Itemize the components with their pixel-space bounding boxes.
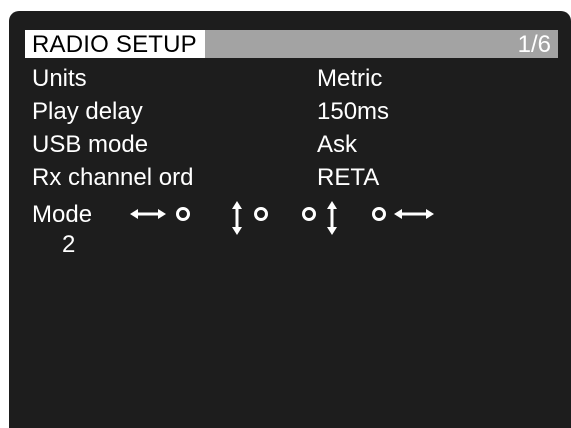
setting-value-usb-mode[interactable]: Ask — [317, 131, 357, 159]
mode-setting[interactable]: Mode 2 — [32, 201, 552, 258]
title-bar: RADIO SETUP 1/6 — [25, 30, 558, 58]
radio-screen: RADIO SETUP 1/6 Units Metric Play delay … — [9, 11, 571, 428]
setting-label-rx-channel-ord[interactable]: Rx channel ord — [32, 164, 193, 192]
horizontal-arrow-circle-icon — [130, 201, 192, 235]
setting-value-play-delay[interactable]: 150ms — [317, 98, 389, 126]
setting-value-rx-channel-ord[interactable]: RETA — [317, 164, 379, 192]
vertical-arrow-circle-icon — [229, 201, 269, 235]
setting-label-usb-mode[interactable]: USB mode — [32, 131, 148, 159]
setting-label-units[interactable]: Units — [32, 65, 87, 93]
mode-value[interactable]: 2 — [62, 231, 75, 259]
setting-label-play-delay[interactable]: Play delay — [32, 98, 143, 126]
page-indicator: 1/6 — [517, 31, 551, 58]
setting-value-units[interactable]: Metric — [317, 65, 382, 93]
page-title: RADIO SETUP — [25, 30, 205, 58]
circle-vertical-arrow-icon — [302, 201, 342, 235]
circle-horizontal-arrow-icon — [372, 201, 448, 235]
mode-label: Mode — [32, 201, 93, 228]
